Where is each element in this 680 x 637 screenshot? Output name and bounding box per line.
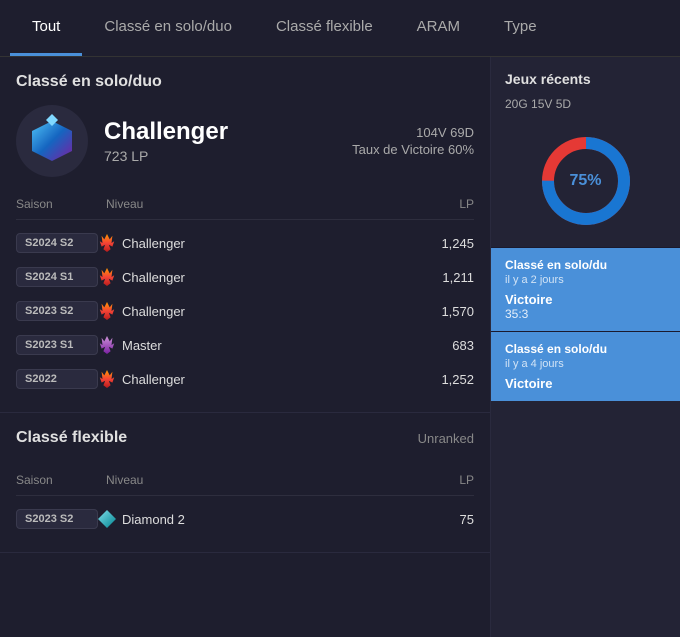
table-row: S2024 S1 Challenger 1,211 [16,260,474,294]
season-tier: Challenger [98,302,414,320]
season-lp: 1,252 [414,372,474,387]
rank-lp: 723 LP [104,148,352,164]
season-tier: Challenger [98,268,414,286]
rank-card: Challenger 723 LP 104V 69D Taux de Victo… [16,105,474,177]
season-lp: 683 [414,338,474,353]
table-row: S2023 S2 Challenger 1,570 [16,294,474,328]
table-row: S2022 Challenger 1,252 [16,362,474,396]
recent-game-card-2: Classé en solo/du il y a 4 jours Victoir… [491,331,680,401]
col-niveau-header: Niveau [106,197,414,211]
donut-chart: 75% [536,131,636,231]
master-flame-icon [98,336,116,354]
right-panel: Jeux récents 20G 15V 5D 75% Classé en so… [490,57,680,637]
rank-info: Challenger 723 LP [104,118,352,164]
season-table-header: Saison Niveau LP [16,193,474,220]
flex-col-lp-header: LP [414,473,474,487]
recent-game-card-1: Classé en solo/du il y a 2 jours Victoir… [491,247,680,331]
game-type: Classé en solo/du [505,342,666,356]
flex-section-header: Classé flexible Unranked [16,429,474,447]
table-row: S2023 S2 Diamond 2 75 [16,502,474,536]
season-badge: S2023 S2 [16,509,98,529]
game-score: 35:3 [505,307,666,321]
season-badge: S2024 S2 [16,233,98,253]
table-row: S2023 S1 Master 683 [16,328,474,362]
col-saison-header: Saison [16,197,106,211]
challenger-flame-icon [98,302,116,320]
season-lp: 1,245 [414,236,474,251]
tab-flexible[interactable]: Classé flexible [254,0,395,56]
flex-title: Classé flexible [16,429,127,447]
season-lp: 75 [414,512,474,527]
season-tier: Master [98,336,414,354]
solo-duo-section: Classé en solo/duo Challenger 723 LP 104… [0,57,490,413]
flex-table-header: Saison Niveau LP [16,469,474,496]
main-layout: Classé en solo/duo Challenger 723 LP 104… [0,57,680,637]
rank-record: 104V 69D Taux de Victoire 60% [352,125,474,157]
season-badge: S2022 [16,369,98,389]
recent-games-title: Jeux récents [491,57,680,97]
table-row: S2024 S2 Challenger 1,245 [16,226,474,260]
tab-aram[interactable]: ARAM [395,0,482,56]
unranked-label: Unranked [418,431,474,446]
tab-bar: Tout Classé en solo/duo Classé flexible … [0,0,680,57]
rank-emblem [16,105,88,177]
season-badge: S2024 S1 [16,267,98,287]
season-tier: Challenger [98,370,414,388]
donut-container: 75% [491,121,680,247]
solo-duo-title: Classé en solo/duo [16,73,474,91]
season-tier: Diamond 2 [98,510,414,528]
tab-solo-duo[interactable]: Classé en solo/duo [82,0,254,56]
challenger-flame-icon [98,268,116,286]
rank-winrate: Taux de Victoire 60% [352,142,474,157]
rank-wl: 104V 69D [352,125,474,140]
diamond-icon [98,510,116,528]
season-lp: 1,570 [414,304,474,319]
challenger-flame-icon [98,234,116,252]
challenger-flame-icon [98,370,116,388]
flex-col-niveau-header: Niveau [106,473,414,487]
season-lp: 1,211 [414,270,474,285]
donut-label: 75% [569,172,601,190]
flex-section: Classé flexible Unranked Saison Niveau L… [0,413,490,553]
stats-summary: 20G 15V 5D [491,97,680,121]
tab-type[interactable]: Type [482,0,559,56]
game-type: Classé en solo/du [505,258,666,272]
season-table: Saison Niveau LP S2024 S2 Challenger 1,2… [16,193,474,396]
game-time: il y a 4 jours [505,358,666,370]
season-tier: Challenger [98,234,414,252]
challenger-icon [25,114,79,168]
flex-season-table: Saison Niveau LP S2023 S2 Diamond 2 75 [16,469,474,536]
rank-name: Challenger [104,118,352,146]
game-result: Victoire [505,292,666,307]
col-lp-header: LP [414,197,474,211]
flex-col-saison-header: Saison [16,473,106,487]
season-badge: S2023 S1 [16,335,98,355]
left-panel: Classé en solo/duo Challenger 723 LP 104… [0,57,490,637]
season-badge: S2023 S2 [16,301,98,321]
game-time: il y a 2 jours [505,274,666,286]
tab-tout[interactable]: Tout [10,0,82,56]
game-result: Victoire [505,376,666,391]
